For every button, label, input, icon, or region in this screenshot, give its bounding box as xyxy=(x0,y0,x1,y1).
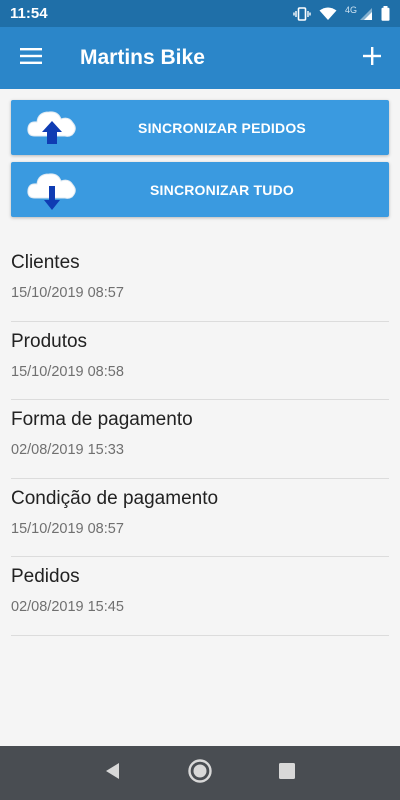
item-title: Pedidos xyxy=(11,566,80,587)
home-icon xyxy=(187,758,213,789)
item-title: Clientes xyxy=(11,252,80,273)
recents-icon xyxy=(278,762,296,785)
network-type: 4G xyxy=(344,4,357,15)
sync-list: Clientes 15/10/2019 08:57 Produtos 15/10… xyxy=(11,243,389,636)
app-title: Martins Bike xyxy=(80,46,205,69)
add-button[interactable] xyxy=(344,27,400,89)
item-date: 15/10/2019 08:58 xyxy=(11,363,124,380)
signal-icon xyxy=(359,7,373,21)
menu-button[interactable] xyxy=(0,27,62,89)
sync-orders-button[interactable]: SINCRONIZAR PEDIDOS xyxy=(11,100,389,155)
menu-icon xyxy=(20,47,42,69)
item-title: Forma de pagamento xyxy=(11,409,193,430)
list-item-forma-pagamento[interactable]: Forma de pagamento 02/08/2019 15:33 xyxy=(11,400,389,479)
add-icon xyxy=(363,46,381,70)
status-icons: 4G xyxy=(293,4,390,21)
list-item-clientes[interactable]: Clientes 15/10/2019 08:57 xyxy=(11,243,389,322)
vibrate-icon xyxy=(293,6,311,21)
list-item-produtos[interactable]: Produtos 15/10/2019 08:58 xyxy=(11,322,389,400)
status-bar: 11:54 4G xyxy=(0,0,400,27)
item-date: 15/10/2019 08:57 xyxy=(11,285,124,301)
back-icon xyxy=(104,762,122,785)
wifi-icon xyxy=(319,7,337,21)
cloud-upload-icon xyxy=(25,106,79,150)
item-date: 02/08/2019 15:45 xyxy=(11,599,124,615)
navigation-bar xyxy=(0,746,400,800)
item-title: Produtos xyxy=(11,330,88,352)
content-area: SINCRONIZAR PEDIDOS SINCRONIZAR TUDO Cli… xyxy=(0,89,400,746)
battery-icon xyxy=(381,6,390,21)
back-button[interactable] xyxy=(93,753,133,793)
home-button[interactable] xyxy=(180,753,220,793)
app-bar: Martins Bike xyxy=(0,27,400,89)
status-time: 11:54 xyxy=(10,5,48,22)
item-date: 02/08/2019 15:33 xyxy=(11,442,124,458)
recents-button[interactable] xyxy=(267,753,307,793)
list-item-condicao-pagamento[interactable]: Condição de pagamento 15/10/2019 08:57 xyxy=(11,479,389,557)
sync-all-button[interactable]: SINCRONIZAR TUDO xyxy=(11,162,389,217)
item-title: Condição de pagamento xyxy=(11,487,219,509)
item-date: 15/10/2019 08:57 xyxy=(11,520,124,537)
cloud-download-icon xyxy=(25,168,79,212)
list-item-pedidos[interactable]: Pedidos 02/08/2019 15:45 xyxy=(11,557,389,636)
